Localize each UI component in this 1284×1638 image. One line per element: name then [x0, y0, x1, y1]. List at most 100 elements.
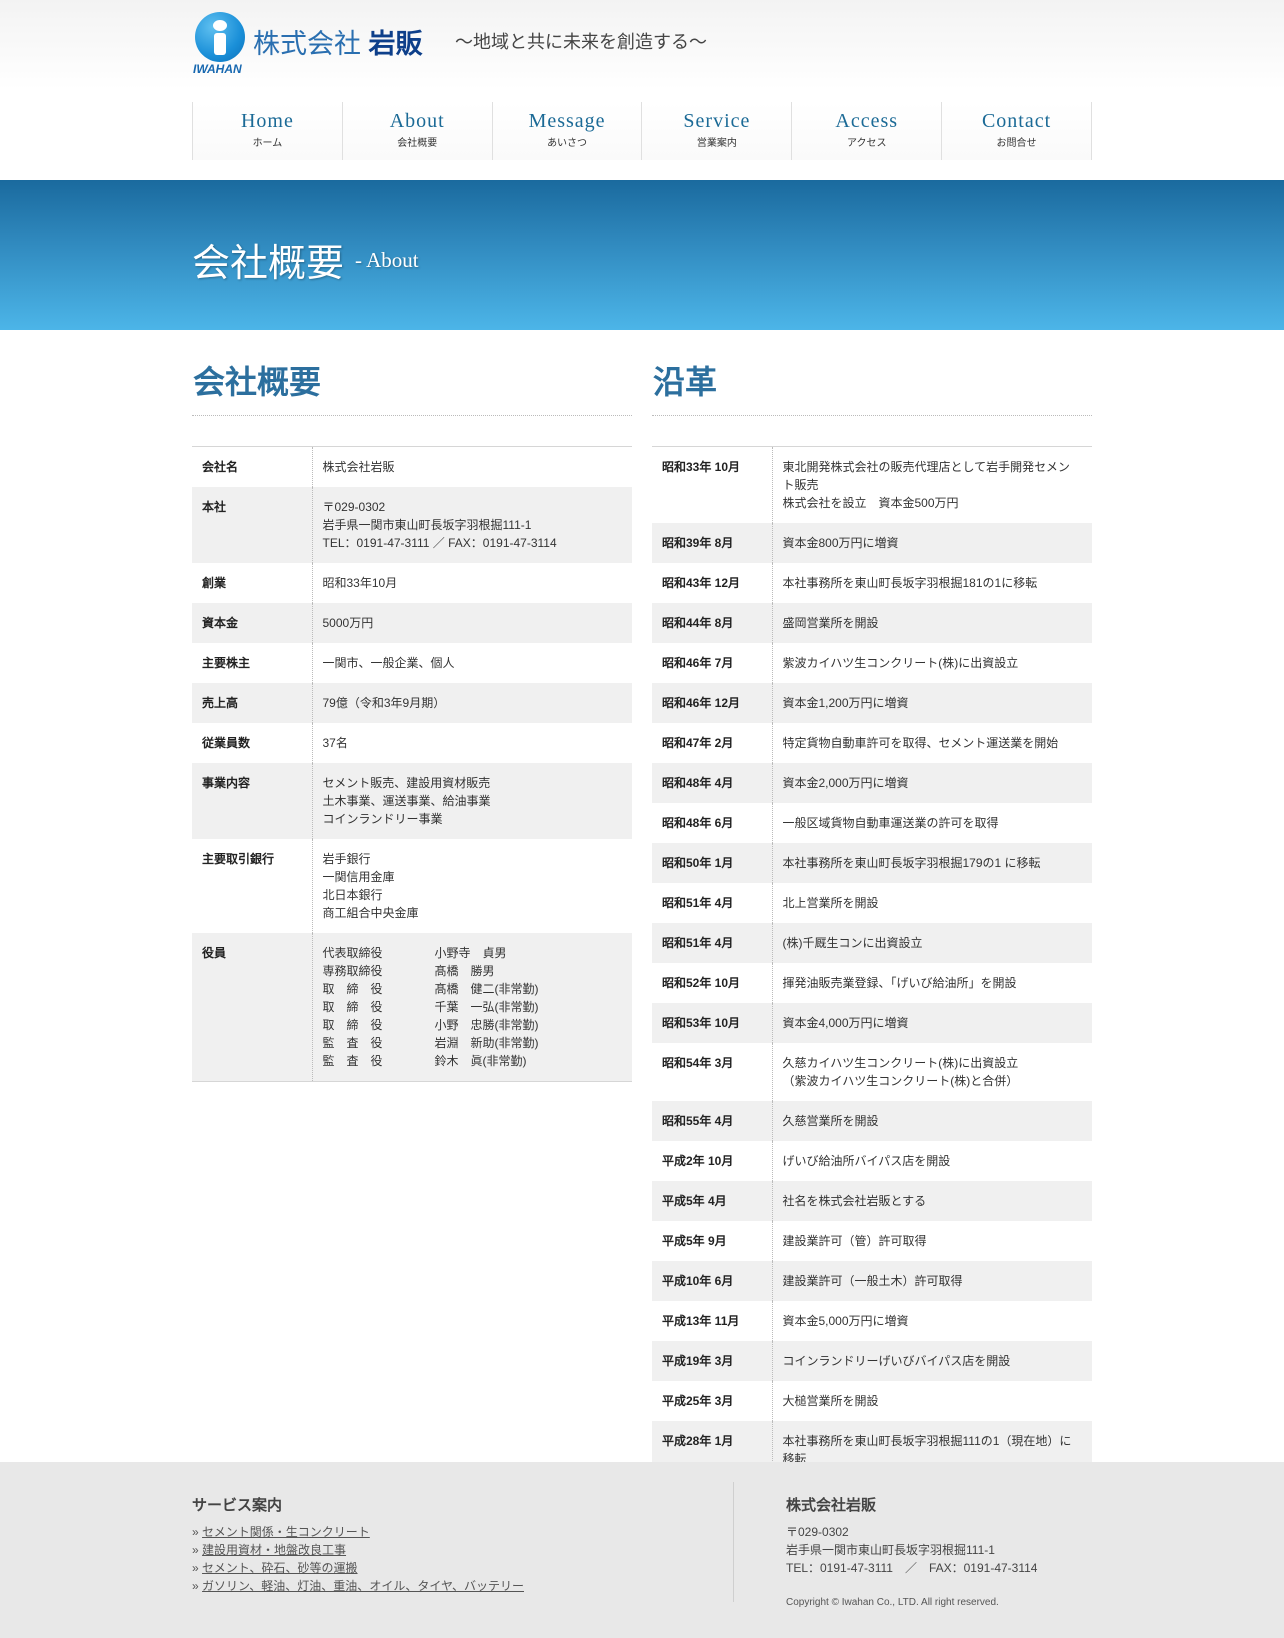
history-event-line: 盛岡営業所を開設: [782, 616, 879, 630]
history-event-line: 建設業許可（一般土木）許可取得: [782, 1274, 963, 1288]
overview-value: 37名: [312, 723, 632, 763]
overview-value-line: 5000万円: [322, 616, 374, 630]
footer-service-link[interactable]: セメント関係・生コンクリート: [202, 1525, 370, 1539]
history-row: 昭和54年 3月 久慈カイハツ生コンクリート(株)に出資設立 （紫波カイハツ生コンク…: [652, 1043, 1092, 1101]
history-date: 昭和50年 1月: [652, 843, 773, 883]
officer-role: 監 査 役: [322, 1054, 383, 1068]
nav-label-en: Contact: [981, 110, 1052, 132]
history-event: 盛岡営業所を開設: [772, 603, 1092, 643]
officer-name: 小野 忠勝(非常勤): [434, 1018, 539, 1032]
officer-name: 岩淵 新助(非常勤): [434, 1036, 539, 1050]
overview-row: 売上高 79億（令和3年9月期）: [192, 683, 632, 723]
officer-name: 鈴木 眞(非常勤): [434, 1054, 527, 1068]
officer-name: 小野寺 貞男: [434, 946, 507, 960]
history-event-line: 久慈営業所を開設: [782, 1114, 879, 1128]
nav-home[interactable]: Home ホーム: [193, 102, 343, 160]
overview-label: 売上高: [192, 683, 313, 723]
history-row: 昭和39年 8月 資本金800万円に増資: [652, 523, 1092, 563]
history-event: 資本金4,000万円に増資: [772, 1003, 1092, 1043]
history-date: 昭和51年 4月: [652, 923, 773, 963]
footer-address: 岩手県一関市東山町長坂字羽根掘111-1: [786, 1543, 995, 1557]
history-row: 昭和47年 2月 特定貨物自動車許可を取得、セメント運送業を開始: [652, 723, 1092, 763]
footer-divider: [733, 1482, 734, 1602]
history-event: 資本金800万円に増資: [772, 523, 1092, 563]
overview-value-line: 北日本銀行: [322, 888, 383, 902]
history-date: 平成2年 10月: [652, 1141, 773, 1181]
overview-row: 本社 〒029-0302 岩手県一関市東山町長坂字羽根掘111-1 TEL：0191-…: [192, 487, 632, 563]
officer-role: 監 査 役: [322, 1036, 383, 1050]
overview-value-line: 79億（令和3年9月期）: [322, 696, 446, 710]
overview-row-officers: 役員 代表取締役 小野寺 貞男 専務取締役 髙橋 勝男取 締 役髙橋 健二(非常勤) 取 …: [192, 933, 632, 1082]
footer-service-link[interactable]: 建設用資材・地盤改良工事: [202, 1543, 346, 1557]
footer-service-link[interactable]: ガソリン、軽油、灯油、重油、オイル、タイヤ、バッテリー: [202, 1579, 524, 1593]
history-event-line: 一般区域貨物自動車運送業の許可を取得: [782, 816, 999, 830]
history-event-line: 大槌営業所を開設: [782, 1394, 879, 1408]
history-table: 昭和33年 10月 東北開発株式会社の販売代理店として岩手開発セメン ト販売 株式会社…: [652, 446, 1092, 1480]
officer-name: 髙橋 勝男: [434, 964, 495, 978]
history-event-line: 久慈カイハツ生コンクリート(株)に出資設立: [782, 1056, 1019, 1070]
history-section: 沿革 昭和33年 10月 東北開発株式会社の販売代理店として岩手開発セメン ト販売株…: [652, 360, 1092, 1480]
overview-label: 事業内容: [192, 763, 313, 839]
footer-service-item: » セメント、砕石、砂等の運搬: [192, 1561, 358, 1575]
history-date: 平成5年 9月: [652, 1221, 773, 1261]
history-event: 本社事務所を東山町長坂字羽根掘179の1 に移転: [772, 843, 1092, 883]
overview-value: 株式会社岩販: [312, 447, 632, 488]
company-logo[interactable]: IWAHAN 株式会社 岩販: [193, 12, 433, 76]
history-event-line: 紫波カイハツ生コンクリート(株)に出資設立: [782, 656, 1019, 670]
nav-label-ja: お問合せ: [996, 138, 1037, 149]
footer-service-link[interactable]: セメント、砕石、砂等の運搬: [202, 1561, 358, 1575]
history-event-line: 建設業許可（管）許可取得: [782, 1234, 927, 1248]
officer-entry: 取 締 役 髙橋 健二(非常勤): [323, 980, 623, 998]
history-event-line: 北上営業所を開設: [782, 896, 879, 910]
overview-value-line: 岩手県一関市東山町長坂字羽根掘111-1: [322, 518, 532, 532]
overview-row: 主要取引銀行 岩手銀行 一関信用金庫 北日本銀行 商工組合中央金庫: [192, 839, 632, 933]
officer-entry: 監 査 役 鈴木 眞(非常勤): [323, 1052, 623, 1070]
overview-value: 一関市、一般企業、個人: [312, 643, 632, 683]
history-row: 平成13年 11月 資本金5,000万円に増資: [652, 1301, 1092, 1341]
footer-postal: 〒029-0302: [786, 1525, 849, 1539]
overview-label: 資本金: [192, 603, 313, 643]
overview-label: 主要取引銀行: [192, 839, 313, 933]
overview-table: 会社名 株式会社岩販 本社 〒029-0302 岩手県一関市東山町長坂字羽根掘111-1…: [192, 446, 632, 1082]
officer-name: 千葉 一弘(非常勤): [434, 1000, 539, 1014]
history-row: 昭和51年 4月 北上営業所を開設: [652, 883, 1092, 923]
nav-label-ja: アクセス: [846, 138, 887, 149]
site-tagline: 〜地域と共に未来を創造する〜: [455, 32, 707, 53]
nav-service[interactable]: Service 営業案内: [642, 102, 793, 160]
overview-value-line: 一関市、一般企業、個人: [322, 656, 455, 670]
footer-services-title: サービス案内: [192, 1497, 283, 1514]
history-event: 北上営業所を開設: [772, 883, 1092, 923]
nav-access[interactable]: Access アクセス: [792, 102, 943, 160]
nav-message[interactable]: Message あいさつ: [492, 102, 643, 160]
overview-value-line: 株式会社岩販: [322, 460, 395, 474]
officer-name: 髙橋 健二(非常勤): [434, 982, 539, 996]
history-event-line: 本社事務所を東山町長坂字羽根掘111の1（現在地）に: [782, 1434, 1072, 1448]
officers-list: 代表取締役 小野寺 貞男 専務取締役 髙橋 勝男取 締 役髙橋 健二(非常勤) 取 締 …: [312, 933, 632, 1082]
footer-copyright: Copyright © Iwahan Co., LTD. All right r…: [786, 1597, 999, 1608]
history-date: 昭和53年 10月: [652, 1003, 773, 1043]
history-event: 建設業許可（一般土木）許可取得: [772, 1261, 1092, 1301]
history-row: 昭和44年 8月 盛岡営業所を開設: [652, 603, 1092, 643]
history-row: 平成5年 4月 社名を株式会社岩販とする: [652, 1181, 1092, 1221]
overview-label: 創業: [192, 563, 313, 603]
logo-company-name: 株式会社 岩販: [253, 29, 423, 59]
nav-about[interactable]: About 会社概要: [342, 102, 493, 160]
footer-service-item: » セメント関係・生コンクリート: [192, 1525, 370, 1539]
history-date: 昭和33年 10月: [652, 446, 773, 523]
page-title: 会社概要: [192, 243, 345, 285]
officer-entry: 専務取締役 髙橋 勝男: [323, 962, 623, 980]
history-event-line: 本社事務所を東山町長坂字羽根掘181の1に移転: [782, 576, 1038, 590]
nav-contact[interactable]: Contact お問合せ: [942, 102, 1092, 160]
history-event: 紫波カイハツ生コンクリート(株)に出資設立: [772, 643, 1092, 683]
history-date: 昭和52年 10月: [652, 963, 773, 1003]
overview-value: 〒029-0302 岩手県一関市東山町長坂字羽根掘111-1 TEL：0191-47…: [312, 487, 632, 563]
overview-row: 創業 昭和33年10月: [192, 563, 632, 603]
overview-value-line: 一関信用金庫: [322, 870, 395, 884]
history-date: 平成5年 4月: [652, 1181, 773, 1221]
history-row: 昭和33年 10月 東北開発株式会社の販売代理店として岩手開発セメン ト販売 株式会社…: [652, 446, 1092, 523]
overview-value-line: 〒029-0302: [322, 500, 386, 514]
history-event: (株)千厩生コンに出資設立: [772, 923, 1092, 963]
history-event-line: ト販売: [782, 478, 819, 492]
overview-value-line: 商工組合中央金庫: [322, 906, 419, 920]
history-event: 特定貨物自動車許可を取得、セメント運送業を開始: [772, 723, 1092, 763]
